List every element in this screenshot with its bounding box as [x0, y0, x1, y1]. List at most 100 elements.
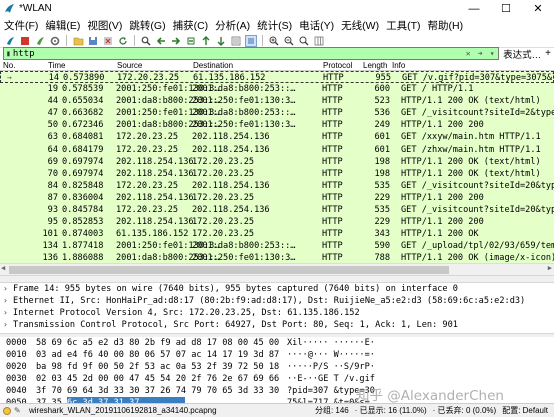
menu-wireless[interactable]: 无线(W) — [341, 18, 379, 33]
zoom-out-icon[interactable] — [283, 35, 295, 47]
hex-bytes[interactable]: 58 69 6c a5 e2 d3 80 2b f9 ad d8 17 08 0… — [36, 337, 279, 349]
packet-time: 0.684081 — [62, 132, 104, 143]
packet-row[interactable]: 95 0.852853 202.118.254.136 172.20.23.25 HTT… — [0, 216, 554, 229]
packet-row[interactable]: 101 0.874003 61.135.186.152 172.20.23.25 HTT… — [0, 228, 554, 241]
expression-button[interactable]: 表达式… — [503, 47, 541, 61]
go-to-packet-icon[interactable] — [185, 35, 197, 47]
display-filter-input[interactable]: ▮ http ✕ ➜ ▾ — [3, 47, 500, 60]
hex-bytes[interactable]: 3f 70 69 64 3d 33 30 37 26 74 79 70 65 3… — [36, 385, 279, 397]
packet-destination: 202.118.254.136 — [192, 180, 270, 191]
packet-info: GET /_visitcount?siteId=2&type=1& — [401, 108, 554, 119]
menu-analyze[interactable]: 分析(A) — [215, 18, 250, 33]
zoom-in-icon[interactable] — [268, 35, 280, 47]
column-header-destination[interactable]: Destination — [193, 61, 233, 71]
apply-filter-icon[interactable]: ➜ — [474, 49, 486, 58]
hex-row[interactable]: 0020 ba 98 fd 9f 00 50 2f 53 ac 0a 53 2f… — [0, 361, 554, 373]
display-filter-text[interactable]: http — [13, 49, 462, 59]
packet-row[interactable]: 44 0.655034 2001:da8:b800:253::… 2001:250:f… — [0, 95, 554, 108]
column-header-source[interactable]: Source — [117, 61, 142, 71]
edit-comment-icon[interactable]: ✎ — [14, 406, 23, 415]
hex-bytes[interactable]: 02 03 45 2d 00 00 47 45 54 20 2f 76 2e 6… — [36, 373, 279, 385]
packet-row[interactable]: → 14 0.573890 172.20.23.25 61.135.186.152 HTT… — [0, 71, 554, 84]
zoom-normal-icon[interactable] — [298, 35, 310, 47]
packet-row[interactable]: 84 0.825848 172.20.23.25 202.118.254.136 HTT… — [0, 179, 554, 192]
close-file-icon[interactable] — [102, 35, 114, 47]
filter-history-dropdown-icon[interactable]: ▾ — [486, 49, 498, 58]
packet-row[interactable]: 64 0.684179 172.20.23.25 202.118.254.136 HTT… — [0, 143, 554, 156]
hex-ascii[interactable]: ····@··· W·····=· — [287, 349, 375, 361]
scroll-right-icon[interactable]: ▶ — [548, 264, 552, 272]
expand-arrow-icon[interactable]: › — [3, 307, 13, 319]
add-filter-button[interactable]: + — [545, 48, 551, 59]
restart-capture-icon[interactable] — [34, 35, 46, 47]
menu-telephony[interactable]: 电话(Y) — [299, 18, 334, 33]
packet-source: 172.20.23.25 — [116, 180, 179, 191]
packet-row[interactable]: 63 0.684081 172.20.23.25 202.118.254.136 HTT… — [0, 131, 554, 144]
colorize-icon[interactable] — [245, 34, 257, 47]
menu-file[interactable]: 文件(F) — [4, 18, 38, 33]
filter-bookmark-icon[interactable]: ▮ — [6, 49, 11, 58]
packet-info: GET /_visitcount?siteId=20&type=2 — [401, 180, 554, 191]
maximize-button[interactable]: ☐ — [490, 0, 522, 17]
packet-row[interactable]: 87 0.836004 202.118.254.136 172.20.23.25 HTT… — [0, 191, 554, 205]
expand-arrow-icon[interactable]: › — [3, 319, 13, 331]
packet-row[interactable]: 134 1.877418 2001:250:fe01:130:3… 2001:da8:… — [0, 240, 554, 253]
save-file-icon[interactable] — [87, 35, 99, 47]
minimize-button[interactable]: — — [458, 0, 490, 17]
column-header-info[interactable]: Info — [392, 61, 405, 71]
reload-icon[interactable] — [117, 35, 129, 47]
expand-arrow-icon[interactable]: › — [3, 283, 13, 295]
menu-help[interactable]: 帮助(H) — [428, 18, 464, 33]
go-forward-icon[interactable] — [170, 35, 182, 47]
close-button[interactable]: ✕ — [522, 0, 554, 17]
scroll-left-icon[interactable]: ◀ — [1, 264, 5, 272]
packet-row[interactable]: 93 0.845784 172.20.23.25 202.118.254.136 HTT… — [0, 204, 554, 217]
column-header-length[interactable]: Length — [363, 61, 387, 71]
find-packet-icon[interactable] — [140, 35, 152, 47]
expert-info-icon[interactable] — [3, 406, 11, 415]
column-header-time[interactable]: Time — [48, 61, 65, 71]
last-packet-icon[interactable] — [215, 35, 227, 47]
stop-capture-icon[interactable] — [19, 35, 31, 47]
resize-columns-icon[interactable] — [313, 35, 325, 47]
detail-row-ip[interactable]: › Internet Protocol Version 4, Src: 172.2… — [0, 307, 554, 319]
menu-go[interactable]: 跳转(G) — [129, 18, 165, 33]
packet-row[interactable]: 69 0.697974 202.118.254.136 172.20.23.25 HTT… — [0, 155, 554, 168]
hex-ascii[interactable]: Xil····· ······E· — [287, 337, 375, 349]
expand-arrow-icon[interactable]: › — [3, 295, 13, 307]
clear-filter-icon[interactable]: ✕ — [462, 49, 474, 58]
open-file-icon[interactable] — [72, 35, 84, 47]
menu-view[interactable]: 视图(V) — [87, 18, 122, 33]
detail-row-tcp[interactable]: › Transmission Control Protocol, Src Port… — [0, 319, 554, 331]
autoscroll-icon[interactable] — [230, 35, 242, 47]
start-capture-icon[interactable] — [4, 35, 16, 47]
go-back-icon[interactable] — [155, 35, 167, 47]
scrollbar-thumb[interactable] — [9, 266, 449, 274]
column-header-no[interactable]: No. — [3, 61, 15, 71]
menu-edit[interactable]: 编辑(E) — [45, 18, 80, 33]
pane-splitter[interactable] — [0, 275, 554, 283]
packet-time: 0.663682 — [62, 108, 104, 119]
capture-options-icon[interactable] — [49, 35, 61, 47]
detail-row-ethernet[interactable]: › Ethernet II, Src: HonHaiPr_ad:d8:17 (80… — [0, 295, 554, 307]
packet-row[interactable]: 47 0.663682 2001:250:fe01:130:3… 2001:da8:b… — [0, 107, 554, 120]
hex-row[interactable]: 0010 03 ad e4 f6 40 00 80 06 57 07 ac 14… — [0, 349, 554, 361]
packet-number: 101 — [42, 229, 58, 240]
column-header-protocol[interactable]: Protocol — [323, 61, 352, 71]
packet-length: 601 — [374, 132, 390, 143]
packet-list-horizontal-scrollbar[interactable]: ◀ ▶ — [0, 263, 554, 275]
menu-capture[interactable]: 捕获(C) — [173, 18, 209, 33]
packet-row[interactable]: 50 0.672346 2001:da8:b800:253::… 2001:250:f… — [0, 119, 554, 132]
packet-protocol: HTTP — [322, 132, 343, 143]
profile-selector[interactable]: 配置: Default — [502, 405, 548, 416]
packet-row[interactable]: 70 0.697974 202.118.254.136 172.20.23.25 HTT… — [0, 167, 554, 180]
hex-ascii[interactable]: ·····P/S ··S/9rP· — [287, 361, 375, 373]
detail-row-frame[interactable]: › Frame 14: 955 bytes on wire (7640 bits)… — [0, 283, 554, 295]
packet-row[interactable]: 19 0.578539 2001:250:fe01:130:3… 2001:da8:b… — [0, 83, 554, 96]
hex-bytes[interactable]: 03 ad e4 f6 40 00 80 06 57 07 ac 14 17 1… — [36, 349, 279, 361]
menu-statistics[interactable]: 统计(S) — [257, 18, 292, 33]
hex-bytes[interactable]: ba 98 fd 9f 00 50 2f 53 ac 0a 53 2f 39 7… — [36, 361, 279, 373]
menu-tools[interactable]: 工具(T) — [386, 18, 420, 33]
hex-row[interactable]: 0000 58 69 6c a5 e2 d3 80 2b f9 ad d8 17… — [0, 337, 554, 349]
first-packet-icon[interactable] — [200, 35, 212, 47]
